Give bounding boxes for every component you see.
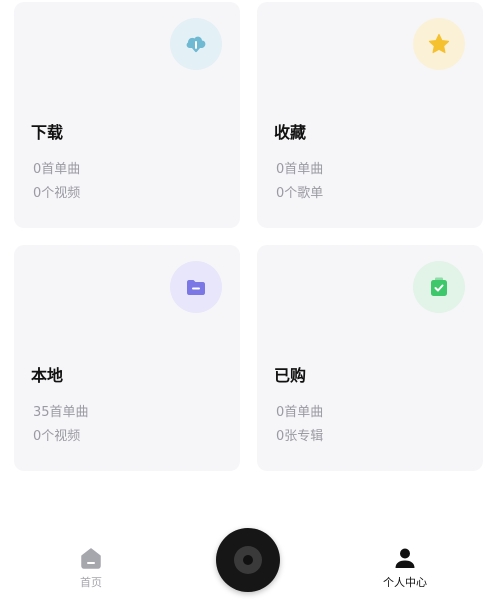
card-title: 收藏 bbox=[274, 123, 307, 142]
download-card[interactable]: 下载 0首单曲 0个视频 bbox=[14, 2, 240, 228]
nav-profile[interactable]: 个人中心 bbox=[365, 545, 445, 590]
nav-profile-label: 个人中心 bbox=[383, 576, 427, 589]
disc-center bbox=[243, 555, 253, 565]
song-count: 0首单曲 bbox=[33, 162, 81, 177]
nav-home[interactable]: 首页 bbox=[51, 545, 131, 590]
home-icon bbox=[81, 548, 101, 569]
local-card[interactable]: 本地 35首单曲 0个视频 bbox=[14, 245, 240, 471]
user-icon bbox=[395, 548, 415, 568]
purchased-badge bbox=[413, 261, 465, 313]
video-count: 0个视频 bbox=[33, 186, 81, 201]
download-badge bbox=[170, 18, 222, 70]
song-count: 0首单曲 bbox=[276, 162, 324, 177]
folder-icon bbox=[187, 280, 205, 295]
card-title: 已购 bbox=[274, 366, 307, 385]
player-disc-button[interactable] bbox=[216, 528, 280, 592]
favorites-card[interactable]: 收藏 0首单曲 0个歌单 bbox=[257, 2, 483, 228]
cloud-download-icon bbox=[186, 36, 206, 53]
my-music-page: 下载 0首单曲 0个视频 收藏 0首单曲 0个歌单 本地 35首单曲 0个视频 bbox=[0, 0, 485, 600]
card-title: 本地 bbox=[31, 366, 64, 385]
nav-home-label: 首页 bbox=[80, 576, 102, 589]
star-icon bbox=[428, 33, 450, 54]
song-count: 35首单曲 bbox=[33, 405, 89, 420]
video-count: 0个视频 bbox=[33, 429, 81, 444]
song-count: 0首单曲 bbox=[276, 405, 324, 420]
favorites-badge bbox=[413, 18, 465, 70]
purchased-card[interactable]: 已购 0首单曲 0张专辑 bbox=[257, 245, 483, 471]
local-badge bbox=[170, 261, 222, 313]
shopping-bag-icon bbox=[431, 277, 447, 296]
playlist-count: 0个歌单 bbox=[276, 186, 324, 201]
album-count: 0张专辑 bbox=[276, 429, 324, 444]
card-title: 下载 bbox=[31, 123, 64, 142]
